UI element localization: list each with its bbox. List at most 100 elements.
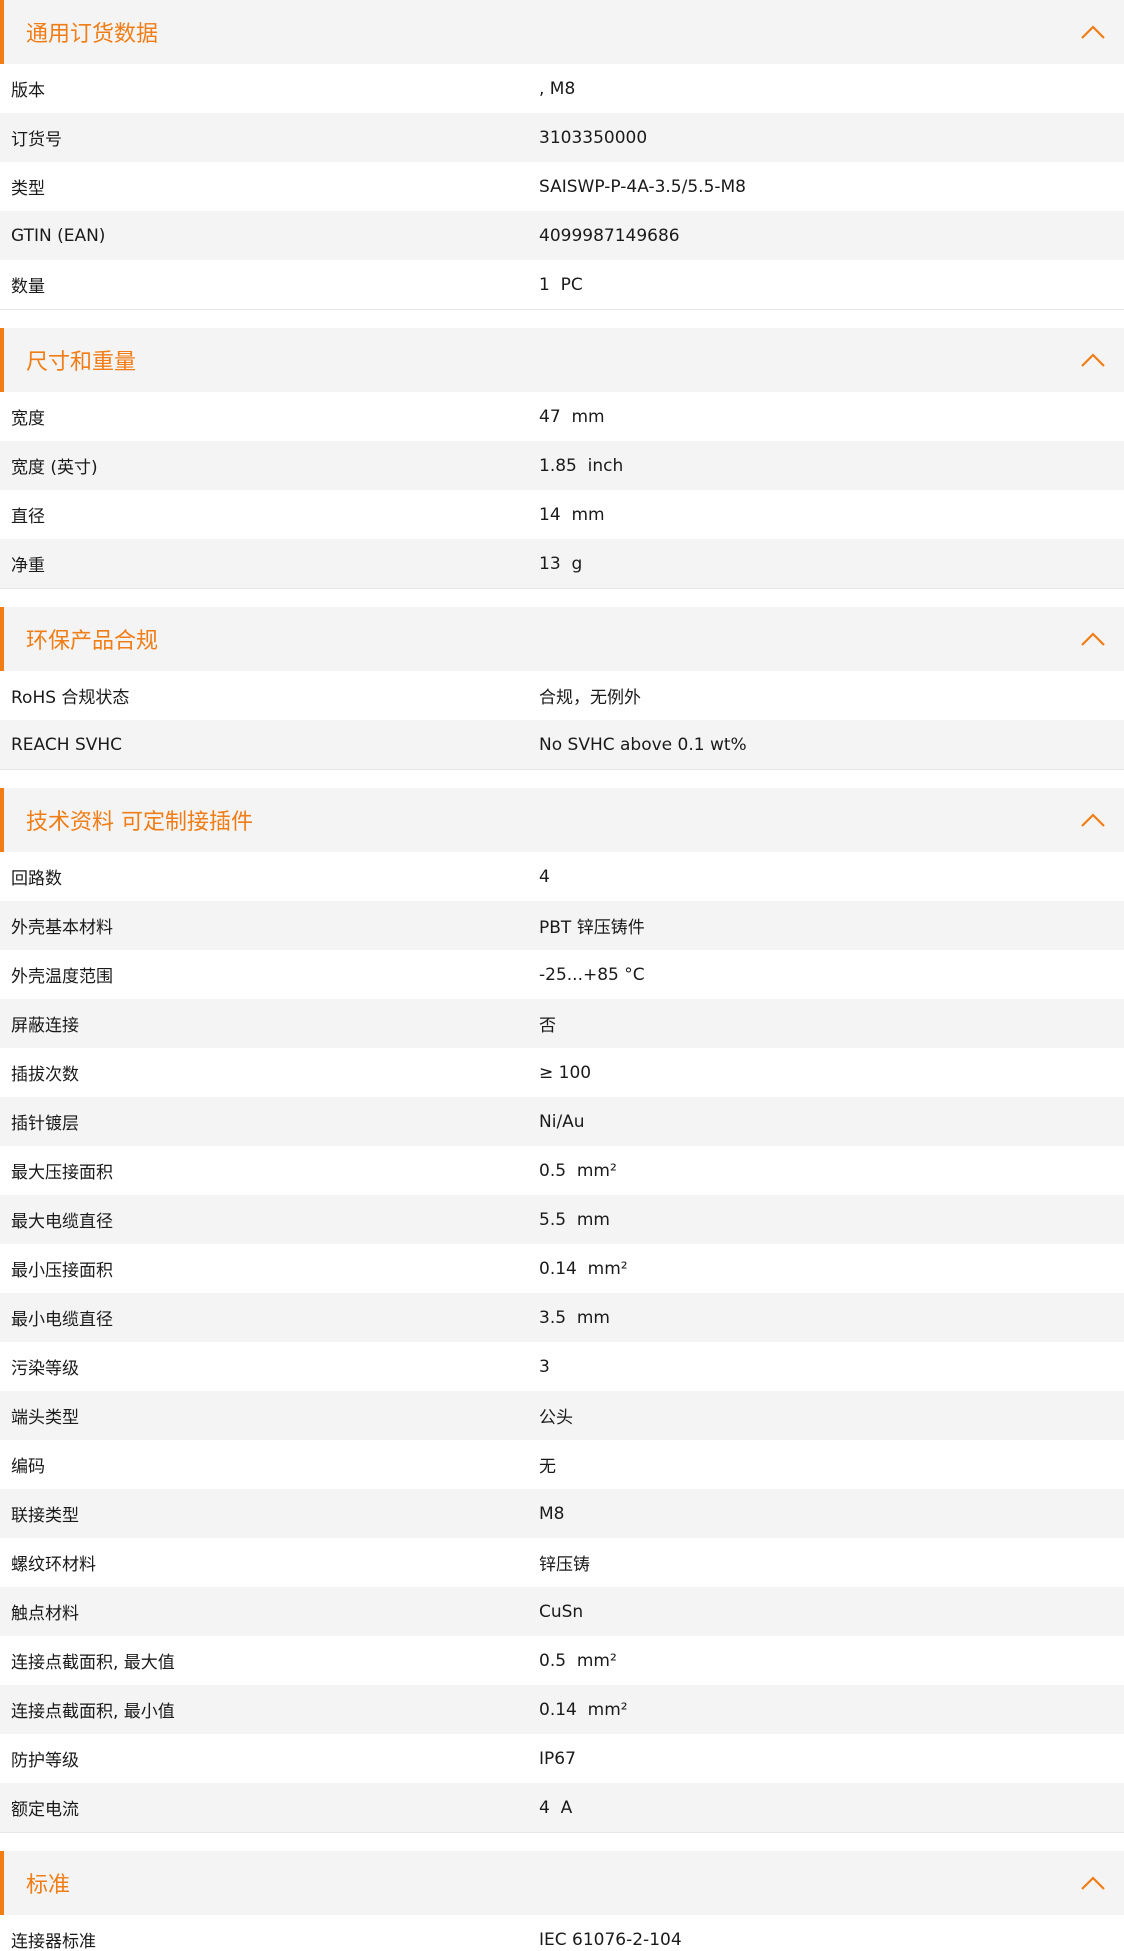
spec-value: , M8 xyxy=(539,78,576,99)
spec-table: 宽度 47 mm 宽度 (英寸) 1.85 inch 直径 14 mm 净重 13 g xyxy=(0,392,1124,589)
spec-label: 最大电缆直径 xyxy=(11,1212,113,1232)
spec-label: 外壳基本材料 xyxy=(11,918,113,938)
spec-row: 防护等级 IP67 xyxy=(0,1734,1124,1783)
spec-label: RoHS 合规状态 xyxy=(11,688,130,708)
section-title: 技术资料 可定制接插件 xyxy=(26,810,253,835)
spec-row: 联接类型 M8 xyxy=(0,1489,1124,1538)
spec-label: 防护等级 xyxy=(11,1751,79,1771)
spec-label: 编码 xyxy=(11,1457,45,1477)
spec-value: 0.5 mm² xyxy=(539,1650,617,1671)
spec-value: 4 A xyxy=(539,1797,573,1818)
spec-table: 连接器标准 IEC 61076-2-104 xyxy=(0,1915,1124,1951)
spec-row: 触点材料 CuSn xyxy=(0,1587,1124,1636)
spec-row: 宽度 47 mm xyxy=(0,392,1124,441)
spec-label: 最小电缆直径 xyxy=(11,1310,113,1330)
spec-row: 宽度 (英寸) 1.85 inch xyxy=(0,441,1124,490)
chevron-up-icon[interactable] xyxy=(1078,626,1108,652)
spec-label: 宽度 xyxy=(11,409,45,429)
section-header[interactable]: 通用订货数据 xyxy=(0,0,1124,64)
section-header[interactable]: 环保产品合规 xyxy=(0,607,1124,671)
spec-row: 连接点截面积, 最小值 0.14 mm² xyxy=(0,1685,1124,1734)
spec-label: 类型 xyxy=(11,179,45,199)
spec-row: 最小电缆直径 3.5 mm xyxy=(0,1293,1124,1342)
spec-value: PBT 锌压铸件 xyxy=(539,918,645,938)
spec-row: 污染等级 3 xyxy=(0,1342,1124,1391)
spec-row: 插拔次数 ≥ 100 xyxy=(0,1048,1124,1097)
spec-label: 污染等级 xyxy=(11,1359,79,1379)
spec-table: 回路数 4 外壳基本材料 PBT 锌压铸件 外壳温度范围 -25...+85 °C 屏蔽连接… xyxy=(0,852,1124,1833)
chevron-up-icon[interactable] xyxy=(1078,19,1108,45)
spec-row: 插针镀层 Ni/Au xyxy=(0,1097,1124,1146)
spec-value: 5.5 mm xyxy=(539,1209,610,1230)
spec-label: 最小压接面积 xyxy=(11,1261,113,1281)
spec-label: 螺纹环材料 xyxy=(11,1555,96,1575)
chevron-up-icon[interactable] xyxy=(1078,1870,1108,1896)
section-header[interactable]: 标准 xyxy=(0,1851,1124,1915)
chevron-up-icon[interactable] xyxy=(1078,807,1108,833)
spec-value: 14 mm xyxy=(539,504,605,525)
spec-value: 0.14 mm² xyxy=(539,1258,628,1279)
spec-value: 0.5 mm² xyxy=(539,1160,617,1181)
spec-label: 屏蔽连接 xyxy=(11,1016,79,1036)
spec-row: 类型 SAISWP-P-4A-3.5/5.5-M8 xyxy=(0,162,1124,211)
spec-label: 回路数 xyxy=(11,869,62,889)
spec-row: 外壳基本材料 PBT 锌压铸件 xyxy=(0,901,1124,950)
spec-value: CuSn xyxy=(539,1601,584,1622)
spec-row: 回路数 4 xyxy=(0,852,1124,901)
spec-value: 47 mm xyxy=(539,406,605,427)
spec-label: REACH SVHC xyxy=(11,734,123,755)
spec-label: 最大压接面积 xyxy=(11,1163,113,1183)
spec-section: 技术资料 可定制接插件回路数 4 外壳基本材料 PBT 锌压铸件外壳温度范围 -25..… xyxy=(0,788,1124,1833)
spec-label: 额定电流 xyxy=(11,1800,79,1820)
section-header[interactable]: 技术资料 可定制接插件 xyxy=(0,788,1124,852)
spec-row: 编码 无 xyxy=(0,1440,1124,1489)
spec-value: 0.14 mm² xyxy=(539,1699,628,1720)
spec-value: 13 g xyxy=(539,553,583,574)
section-spacer xyxy=(0,310,1124,328)
section-header[interactable]: 尺寸和重量 xyxy=(0,328,1124,392)
spec-value: 公头 xyxy=(539,1408,573,1428)
spec-label: 版本 xyxy=(11,81,45,101)
spec-row: REACH SVHC No SVHC above 0.1 wt% xyxy=(0,720,1124,769)
section-title: 通用订货数据 xyxy=(26,22,159,47)
spec-value: -25...+85 °C xyxy=(539,964,645,985)
spec-label: 触点材料 xyxy=(11,1604,79,1624)
section-spacer xyxy=(0,1833,1124,1851)
spec-row: 净重 13 g xyxy=(0,539,1124,588)
chevron-up-icon[interactable] xyxy=(1078,347,1108,373)
spec-row: 订货号 3103350000 xyxy=(0,113,1124,162)
spec-value: 1 PC xyxy=(539,274,583,295)
section-title: 标准 xyxy=(26,1873,71,1898)
spec-value: No SVHC above 0.1 wt% xyxy=(539,734,747,755)
spec-row: 最小压接面积 0.14 mm² xyxy=(0,1244,1124,1293)
spec-row: 外壳温度范围 -25...+85 °C xyxy=(0,950,1124,999)
spec-value: 合规，无例外 xyxy=(539,688,641,708)
spec-row: 螺纹环材料 锌压铸 xyxy=(0,1538,1124,1587)
spec-row: 连接器标准 IEC 61076-2-104 xyxy=(0,1915,1124,1951)
spec-label: 端头类型 xyxy=(11,1408,79,1428)
spec-row: 端头类型 公头 xyxy=(0,1391,1124,1440)
spec-label: 插拔次数 xyxy=(11,1065,79,1085)
spec-value: 3103350000 xyxy=(539,127,648,148)
spec-label: 宽度 (英寸) xyxy=(11,458,98,478)
spec-value: IEC 61076-2-104 xyxy=(539,1929,682,1950)
spec-table: 版本 , M8 订货号 3103350000 类型 SAISWP-P-4A-3.5/5.5… xyxy=(0,64,1124,310)
spec-value: IP67 xyxy=(539,1748,576,1769)
spec-row: 连接点截面积, 最大值 0.5 mm² xyxy=(0,1636,1124,1685)
spec-value: 锌压铸 xyxy=(539,1555,590,1575)
spec-label: 连接点截面积, 最小值 xyxy=(11,1702,175,1722)
spec-label: GTIN (EAN) xyxy=(11,225,106,246)
spec-row: 额定电流 4 A xyxy=(0,1783,1124,1832)
spec-label: 连接点截面积, 最大值 xyxy=(11,1653,175,1673)
spec-value: ≥ 100 xyxy=(539,1062,592,1083)
spec-label: 插针镀层 xyxy=(11,1114,79,1134)
section-title: 尺寸和重量 xyxy=(26,350,137,375)
spec-row: 屏蔽连接 否 xyxy=(0,999,1124,1048)
spec-value: 1.85 inch xyxy=(539,455,624,476)
spec-value: 3.5 mm xyxy=(539,1307,610,1328)
spec-row: GTIN (EAN) 4099987149686 xyxy=(0,211,1124,260)
spec-label: 订货号 xyxy=(11,130,62,150)
spec-section: 尺寸和重量 宽度 47 mm 宽度 (英寸) 1.85 inch 直径 14 mm 净重 13 … xyxy=(0,328,1124,589)
spec-section: 环保产品合规 RoHS 合规状态 合规，无例外 REACH SVHC No SVHC a… xyxy=(0,607,1124,770)
spec-value: 无 xyxy=(539,1457,556,1477)
